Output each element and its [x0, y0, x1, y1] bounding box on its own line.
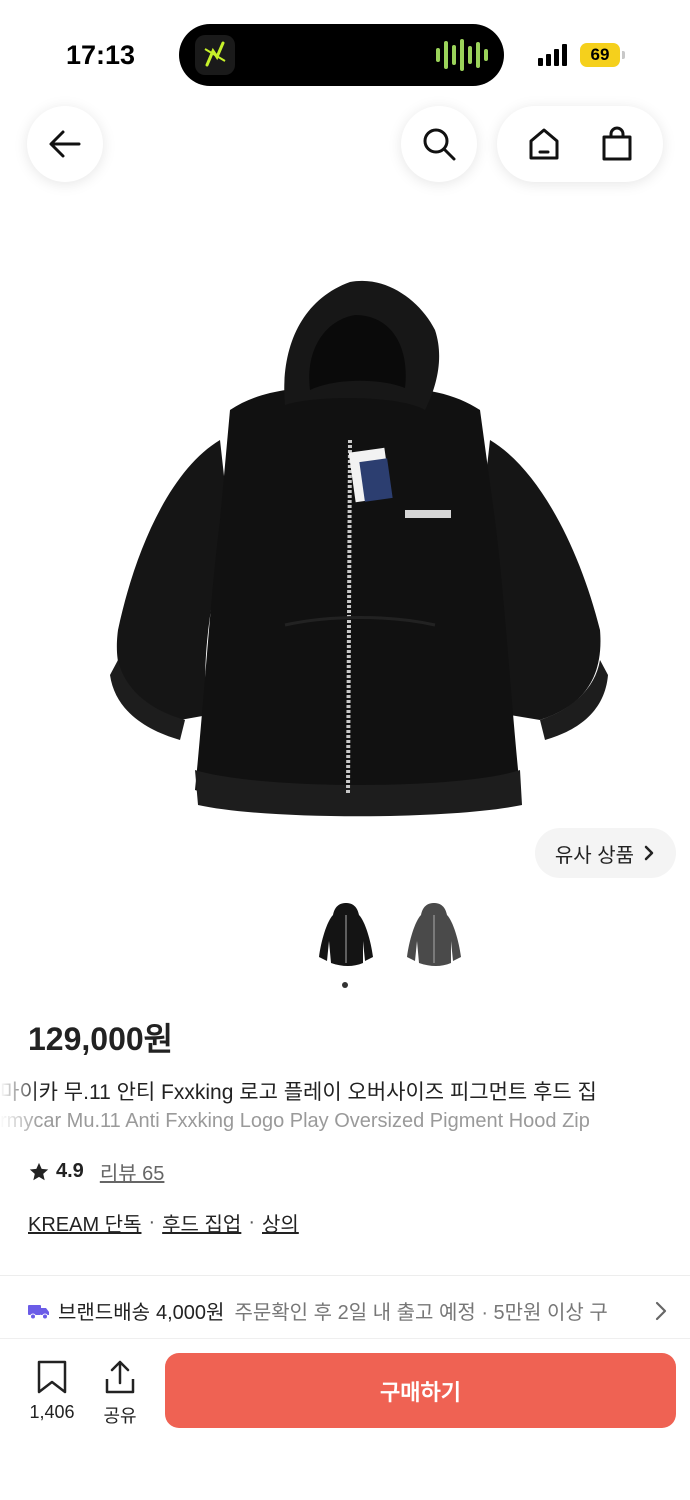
buy-button[interactable]: 구매하기	[165, 1353, 676, 1428]
status-bar: 17:13 69	[0, 0, 690, 100]
bookmark-icon	[37, 1360, 67, 1394]
shipping-label: 브랜드배송	[58, 1302, 150, 1324]
shipping-row[interactable]: 브랜드배송 4,000원 주문확인 후 2일 내 출고 예정 · 5만원 이상 …	[28, 1296, 668, 1325]
product-name-korean: 마이카 무.11 안티 Fxxking 로고 플레이 오버사이즈 피그먼트 후드…	[0, 1081, 597, 1104]
tag-hood-zipup[interactable]: 후드 집업	[162, 1208, 241, 1237]
back-button[interactable]	[27, 106, 103, 182]
category-tags: KREAM 단독 · 후드 집업 · 상의	[28, 1208, 299, 1237]
tag-tops[interactable]: 상의	[262, 1208, 299, 1237]
delivery-truck-icon	[28, 1304, 49, 1319]
chevron-right-icon	[655, 1301, 667, 1320]
reviews-link[interactable]: 리뷰 65	[100, 1157, 165, 1186]
similar-products-button[interactable]: 유사 상품	[535, 828, 676, 878]
thumbnail-strip	[312, 900, 468, 972]
rating-row: 4.9 리뷰 65	[28, 1157, 164, 1186]
battery-tip	[622, 51, 625, 59]
cellular-signal-icon	[538, 44, 567, 66]
marquee-fade-right	[650, 1070, 690, 1140]
home-icon	[529, 128, 558, 160]
shipping-fee: 4,000원	[156, 1302, 225, 1324]
product-price: 129,000원	[28, 1021, 174, 1057]
section-divider	[0, 1275, 690, 1276]
bookmark-count: 1,406	[29, 1402, 75, 1422]
thumbnail-black[interactable]	[312, 900, 380, 972]
audio-waveform-icon	[436, 38, 488, 72]
battery-indicator: 69	[580, 43, 620, 67]
tag-separator: ·	[248, 1211, 255, 1233]
shopping-bag-icon	[602, 126, 631, 161]
thumbnail-gray[interactable]	[400, 900, 468, 972]
share-label: 공유	[103, 1406, 137, 1426]
search-icon	[423, 128, 456, 161]
rating-score: 4.9	[56, 1160, 84, 1182]
tag-kream-exclusive[interactable]: KREAM 단독	[28, 1208, 141, 1237]
star-icon	[29, 1162, 49, 1180]
tag-separator: ·	[148, 1211, 156, 1233]
status-time: 17:13	[66, 40, 136, 70]
chevron-right-icon	[644, 845, 654, 861]
cart-button[interactable]	[587, 114, 647, 174]
share-icon	[105, 1360, 135, 1394]
product-image[interactable]	[100, 270, 610, 820]
marquee-fade-left	[0, 1070, 40, 1140]
nav-pill	[497, 106, 663, 182]
bottom-action-bar: 1,406 공유 구매하기	[0, 1338, 690, 1500]
arrow-left-icon	[49, 130, 81, 158]
share-button[interactable]: 공유	[92, 1359, 148, 1428]
product-name-english: rmycar Mu.11 Anti Fxxking Logo Play Over…	[0, 1110, 590, 1132]
page-indicator-dot	[342, 982, 348, 988]
search-button[interactable]	[401, 106, 477, 182]
similar-products-label: 유사 상품	[554, 844, 635, 867]
shipping-info: 주문확인 후 2일 내 출고 예정 · 5만원 이상 구	[234, 1302, 608, 1324]
bookmark-button[interactable]: 1,406	[20, 1359, 84, 1423]
now-playing-app-icon	[195, 35, 235, 75]
dynamic-island	[179, 24, 504, 86]
home-button[interactable]	[514, 114, 574, 174]
